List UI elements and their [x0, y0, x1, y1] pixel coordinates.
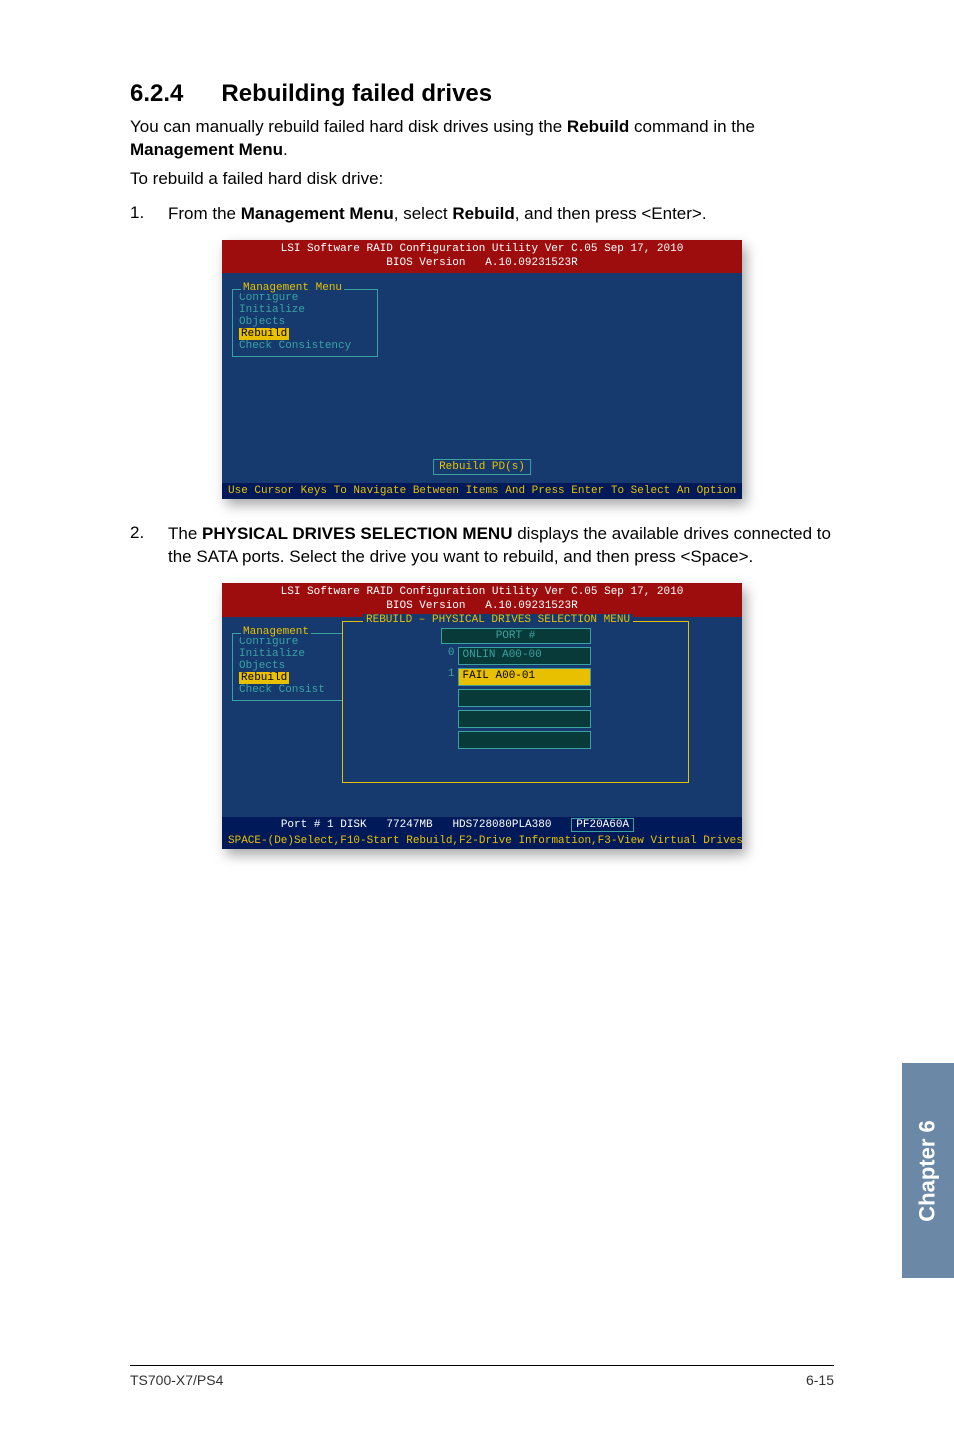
- bios-header-2: LSI Software RAID Configuration Utility …: [222, 583, 742, 617]
- mgmt-menu-legend-2: Management: [241, 626, 311, 638]
- port-column-header: PORT #: [441, 628, 591, 644]
- bios-h1-l1: LSI Software RAID Configuration Utility …: [281, 243, 684, 255]
- section-number: 6.2.4: [130, 80, 183, 108]
- step2-bold: PHYSICAL DRIVES SELECTION MENU: [202, 524, 512, 543]
- menu2-check-consist[interactable]: Check Consist: [239, 684, 339, 696]
- menu-initialize[interactable]: Initialize: [239, 304, 371, 316]
- bios-body-1: Management Menu Configure Initialize Obj…: [222, 273, 742, 483]
- section-title-text: Rebuilding failed drives: [221, 80, 492, 107]
- step2-a: The: [168, 524, 202, 543]
- footer-right: 6-15: [806, 1372, 834, 1388]
- drive-row-empty-1: [441, 689, 591, 707]
- bios-body-2: Management Configure Initialize Objects …: [222, 617, 742, 817]
- chapter-side-tab: Chapter 6: [902, 1063, 954, 1278]
- port-strip-pf: PF20A60A: [571, 818, 634, 832]
- management-menu-2: Management Configure Initialize Objects …: [232, 633, 346, 701]
- menu2-objects[interactable]: Objects: [239, 660, 339, 672]
- step1-bold2: Rebuild: [452, 204, 514, 223]
- intro-text-a: You can manually rebuild failed hard dis…: [130, 117, 567, 136]
- port-strip-text: Port # 1 DISK 77247MB HDS728080PLA380: [281, 819, 571, 831]
- drive-row-1[interactable]: 1 FAIL A00-01: [441, 668, 591, 686]
- intro-mgmt-word: Management Menu: [130, 140, 283, 159]
- step-1: 1. From the Management Menu, select Rebu…: [130, 203, 834, 226]
- section-heading: 6.2.4 Rebuilding failed drives: [130, 80, 834, 108]
- drive-0-index: 0: [441, 647, 458, 665]
- bios-h1-l2: BIOS Version A.10.09231523R: [386, 257, 577, 269]
- menu2-initialize[interactable]: Initialize: [239, 648, 339, 660]
- rebuild-pd-badge: Rebuild PD(s): [433, 459, 531, 475]
- intro-text-c: .: [283, 140, 288, 159]
- step-2-text: The PHYSICAL DRIVES SELECTION MENU displ…: [168, 523, 834, 569]
- bios-screenshot-1: LSI Software RAID Configuration Utility …: [222, 240, 742, 500]
- drive-0-label: ONLIN A00-00: [458, 647, 591, 665]
- menu2-rebuild-selected[interactable]: Rebuild: [239, 672, 289, 684]
- instruction-line: To rebuild a failed hard disk drive:: [130, 168, 834, 191]
- chapter-side-tab-label: Chapter 6: [915, 1120, 941, 1221]
- page-footer: TS700-X7/PS4 6-15: [130, 1365, 834, 1388]
- port-info-strip: Port # 1 DISK 77247MB HDS728080PLA380 PF…: [222, 817, 742, 833]
- step-1-number: 1.: [130, 203, 168, 226]
- menu-objects[interactable]: Objects: [239, 316, 371, 328]
- drive-row-empty-2: [441, 710, 591, 728]
- step1-b: , select: [394, 204, 453, 223]
- menu-rebuild-selected[interactable]: Rebuild: [239, 328, 289, 340]
- bios-screenshot-2: LSI Software RAID Configuration Utility …: [222, 583, 742, 849]
- bios-h2-l2: BIOS Version A.10.09231523R: [386, 600, 577, 612]
- intro-text-b: command in the: [629, 117, 755, 136]
- rebuild-panel-legend: REBUILD – PHYSICAL DRIVES SELECTION MENU: [363, 614, 633, 626]
- step1-a: From the: [168, 204, 241, 223]
- menu-check-consistency[interactable]: Check Consistency: [239, 340, 371, 352]
- mgmt-menu-legend: Management Menu: [241, 282, 344, 294]
- step1-c: , and then press <Enter>.: [515, 204, 707, 223]
- bios-footer-1: Use Cursor Keys To Navigate Between Item…: [222, 483, 742, 499]
- step-2-number: 2.: [130, 523, 168, 569]
- bios-h2-l1: LSI Software RAID Configuration Utility …: [281, 586, 684, 598]
- drive-row-0[interactable]: 0 ONLIN A00-00: [441, 647, 591, 665]
- step1-bold1: Management Menu: [241, 204, 394, 223]
- bios-header-1: LSI Software RAID Configuration Utility …: [222, 240, 742, 274]
- drive-table: PORT # 0 ONLIN A00-00 1 FAIL A00-01: [441, 628, 591, 749]
- step-1-text: From the Management Menu, select Rebuild…: [168, 203, 707, 226]
- intro-rebuild-word: Rebuild: [567, 117, 629, 136]
- drive-1-label-selected: FAIL A00-01: [458, 668, 591, 686]
- rebuild-selection-panel: REBUILD – PHYSICAL DRIVES SELECTION MENU…: [342, 621, 689, 783]
- footer-left: TS700-X7/PS4: [130, 1372, 223, 1388]
- step-2: 2. The PHYSICAL DRIVES SELECTION MENU di…: [130, 523, 834, 569]
- intro-paragraph: You can manually rebuild failed hard dis…: [130, 116, 834, 162]
- bios-footer-2: SPACE-(De)Select,F10-Start Rebuild,F2-Dr…: [222, 833, 742, 849]
- drive-1-index: 1: [441, 668, 458, 686]
- management-menu: Management Menu Configure Initialize Obj…: [232, 289, 378, 357]
- drive-row-empty-3: [441, 731, 591, 749]
